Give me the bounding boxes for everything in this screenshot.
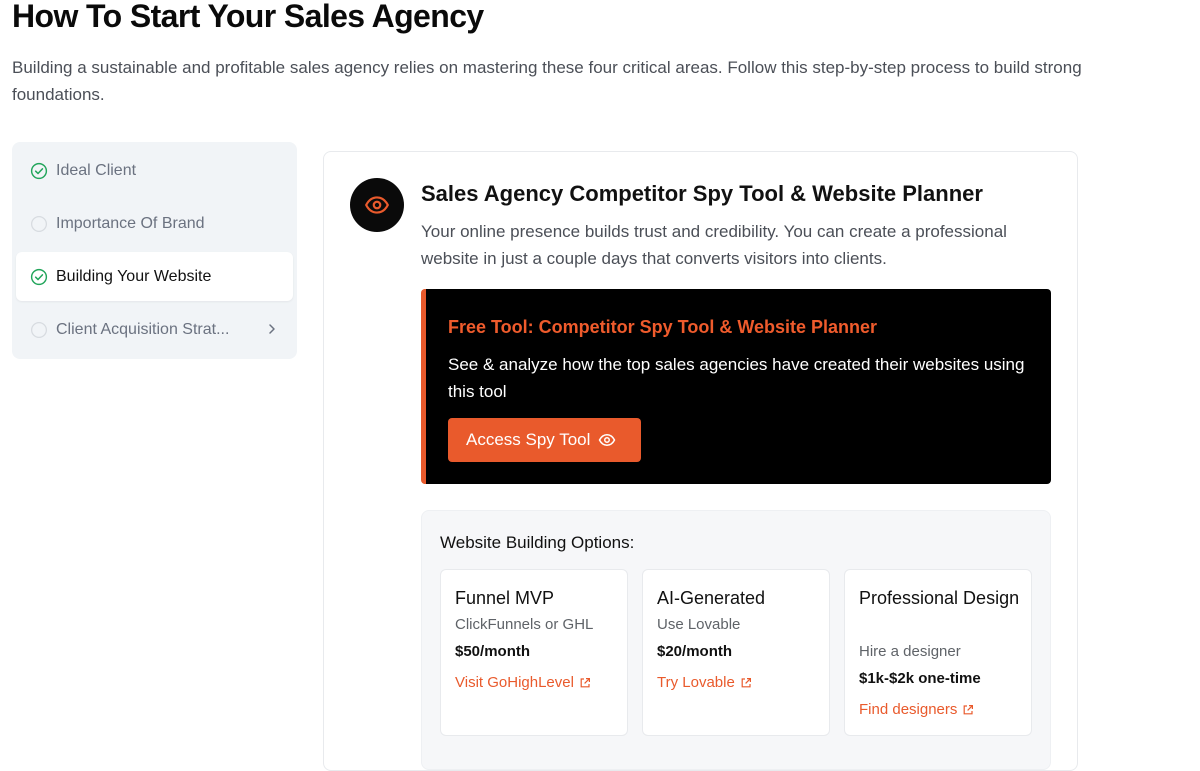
eye-icon <box>599 434 616 446</box>
option-price: $20/month <box>657 643 733 660</box>
option-subtitle: ClickFunnels or GHL <box>455 616 594 633</box>
option-card-funnel-mvp: Funnel MVP ClickFunnels or GHL $50/month… <box>440 569 628 736</box>
option-subtitle: Hire a designer <box>859 643 961 660</box>
section-title: Sales Agency Competitor Spy Tool & Websi… <box>421 181 983 206</box>
sidebar-step-importance-of-brand[interactable]: Importance Of Brand <box>16 199 293 248</box>
empty-circle-icon <box>30 321 48 339</box>
empty-circle-icon <box>30 215 48 233</box>
button-label: Access Spy Tool <box>466 430 591 449</box>
page-title: How To Start Your Sales Agency <box>12 0 484 34</box>
check-circle-icon <box>30 162 48 180</box>
try-lovable-link[interactable]: Try Lovable <box>657 673 752 693</box>
steps-sidebar: Ideal Client Importance Of Brand Buildin… <box>12 142 297 359</box>
option-name: Professional Design <box>859 588 1020 608</box>
option-name: AI-Generated <box>657 588 766 608</box>
option-price: $1k-$2k one-time <box>859 670 981 687</box>
sidebar-step-label: Building Your Website <box>56 267 212 285</box>
link-label: Find designers <box>859 701 958 718</box>
sidebar-step-building-your-website[interactable]: Building Your Website <box>16 252 293 301</box>
promo-description: See & analyze how the top sales agencies… <box>448 355 1025 401</box>
chevron-right-icon <box>269 324 275 334</box>
option-price: $50/month <box>455 643 531 660</box>
check-circle-icon <box>30 268 48 286</box>
external-link-icon <box>580 678 590 688</box>
find-designers-link[interactable]: Find designers <box>859 700 974 720</box>
option-subtitle: Use Lovable <box>657 616 741 633</box>
sidebar-step-label: Client Acquisition Strat... <box>56 320 230 338</box>
section-icon-badge <box>350 178 404 232</box>
sidebar-step-label: Importance Of Brand <box>56 214 205 232</box>
eye-icon <box>365 196 389 214</box>
access-spy-tool-button[interactable]: Access Spy Tool <box>448 418 641 462</box>
external-link-icon <box>741 678 751 688</box>
sidebar-step-label: Ideal Client <box>56 161 137 179</box>
option-name: Funnel MVP <box>455 588 555 608</box>
visit-gohighlevel-link[interactable]: Visit GoHighLevel <box>455 673 591 693</box>
option-card-ai-generated: AI-Generated Use Lovable $20/month Try L… <box>642 569 830 736</box>
sidebar-step-client-acquisition[interactable]: Client Acquisition Strat... <box>16 305 293 354</box>
option-card-professional-design: Professional Design Hire a designer $1k-… <box>844 569 1032 736</box>
page-intro: Building a sustainable and profitable sa… <box>12 58 1082 104</box>
promo-title: Free Tool: Competitor Spy Tool & Website… <box>448 317 878 337</box>
options-title: Website Building Options: <box>440 533 635 552</box>
link-label: Visit GoHighLevel <box>455 674 574 691</box>
external-link-icon <box>963 705 974 715</box>
section-description: Your online presence builds trust and cr… <box>421 222 1007 268</box>
link-label: Try Lovable <box>657 674 735 691</box>
sidebar-step-ideal-client[interactable]: Ideal Client <box>16 146 293 195</box>
